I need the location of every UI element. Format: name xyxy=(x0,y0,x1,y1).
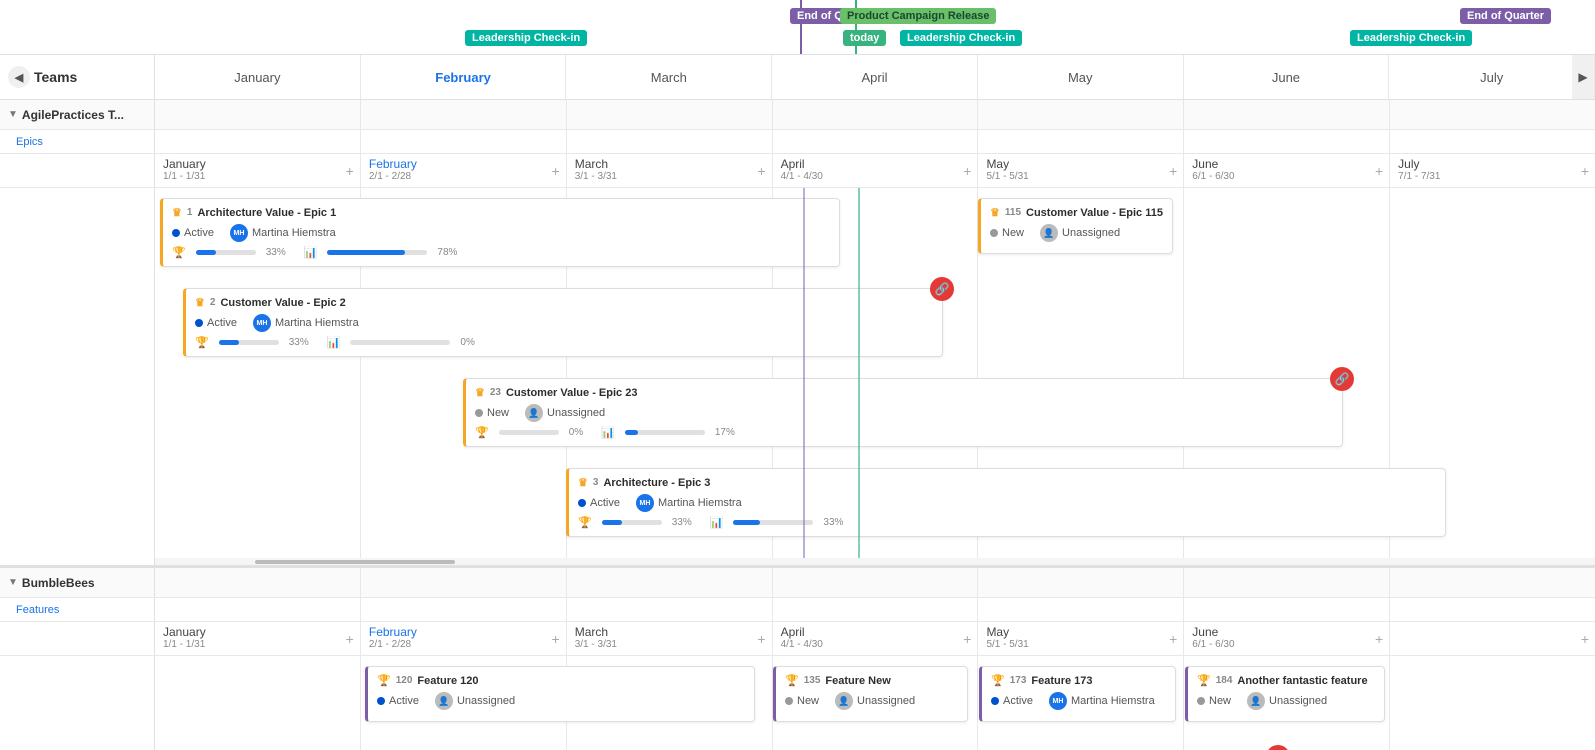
add-extra-bb[interactable]: + xyxy=(1581,631,1589,647)
period-jul-agile: July 7/1 - 7/31 + xyxy=(1390,154,1595,187)
chart-icon-1: 📊 xyxy=(304,246,318,259)
period-jan-bb: January 1/1 - 1/31 + xyxy=(155,622,361,655)
month-january: January xyxy=(155,55,361,99)
add-jun-bb[interactable]: + xyxy=(1375,631,1383,647)
period-apr-agile: April 4/1 - 4/30 + xyxy=(773,154,979,187)
add-apr-agile[interactable]: + xyxy=(963,163,971,179)
end-of-quarter-vline xyxy=(803,188,805,558)
add-may-agile[interactable]: + xyxy=(1169,163,1177,179)
nav-left-button[interactable]: ◀ xyxy=(8,66,30,88)
month-may: May xyxy=(978,55,1184,99)
feature-card-120[interactable]: 🏆 120 Feature 120 Active 👤 xyxy=(365,666,755,722)
month-july: July ▶ xyxy=(1389,55,1595,99)
team-block-bumblebees: ▼ BumbleBees Features xyxy=(0,566,1595,750)
app-container: End of Quarter Leadership Check-in Produ… xyxy=(0,0,1595,750)
crown-icon-2: ♛ xyxy=(195,296,205,309)
product-campaign-tag: Product Campaign Release xyxy=(840,8,996,22)
epics-label-row: Epics xyxy=(0,130,1595,154)
months-nav-row: ◀ Teams January February March April May… xyxy=(0,55,1595,100)
crown-icon-1: ♛ xyxy=(172,206,182,219)
body-area: ▼ AgilePractices T... Epic xyxy=(0,100,1595,750)
epic-card-3[interactable]: ♛ 3 Architecture - Epic 3 Active xyxy=(566,468,1446,537)
collapse-icon-agilepractices[interactable]: ▼ xyxy=(8,109,18,120)
add-mar-agile[interactable]: + xyxy=(757,163,765,179)
today-tag: today xyxy=(843,30,886,44)
end-of-quarter-tag-2: End of Quarter xyxy=(1460,8,1551,22)
month-april: April xyxy=(772,55,978,99)
teams-label: Teams xyxy=(34,69,77,85)
period-may-agile: May 5/1 - 5/31 + xyxy=(978,154,1184,187)
period-apr-bb: April 4/1 - 4/30 + xyxy=(773,622,979,655)
period-mar-agile: March 3/1 - 3/31 + xyxy=(567,154,773,187)
period-feb-bb: February 2/1 - 2/28 + xyxy=(361,622,567,655)
status-dot-active xyxy=(172,229,180,237)
feature-card-184[interactable]: 🏆 184 Another fantastic feature New xyxy=(1185,666,1385,722)
add-jul-agile[interactable]: + xyxy=(1581,163,1589,179)
milestones-banner: End of Quarter Leadership Check-in Produ… xyxy=(0,0,1595,55)
epic-card-115[interactable]: ♛ 115 Customer Value - Epic 115 New xyxy=(978,198,1173,254)
leadership-checkin-tag-2: Leadership Check-in xyxy=(900,30,1022,44)
add-jan-bb[interactable]: + xyxy=(346,631,354,647)
add-feb-bb[interactable]: + xyxy=(552,631,560,647)
avatar-unassigned-115: 👤 xyxy=(1040,224,1058,242)
features-grid: 🏆 120 Feature 120 Active 👤 xyxy=(155,656,1595,750)
month-june: June xyxy=(1184,55,1390,99)
epic-card-2[interactable]: 🔗 ♛ 2 Customer Value - Epic 2 Active xyxy=(183,288,943,357)
epics-timeline-agile: ♛ 1 Architecture Value - Epic 1 Active xyxy=(0,188,1595,558)
leadership-checkin-tag-3: Leadership Check-in xyxy=(1350,30,1472,44)
team-header-agilepractices: ▼ AgilePractices T... xyxy=(0,100,1595,130)
period-mar-bb: March 3/1 - 3/31 + xyxy=(567,622,773,655)
status-dot-new-115 xyxy=(990,229,998,237)
period-jun-agile: June 6/1 - 6/30 + xyxy=(1184,154,1390,187)
today-vline xyxy=(858,188,860,558)
collapse-icon-bumblebees[interactable]: ▼ xyxy=(8,577,18,588)
sidebar-header: ◀ Teams xyxy=(0,55,155,99)
period-jan-agile: January 1/1 - 1/31 + xyxy=(155,154,361,187)
features-label-row: Features xyxy=(0,598,1595,622)
period-dates-row-agile: January 1/1 - 1/31 + February 2/1 - 2/28… xyxy=(0,154,1595,188)
link-badge-23: 🔗 xyxy=(1330,367,1354,391)
nav-right-button[interactable]: ▶ xyxy=(1572,55,1594,99)
add-may-bb[interactable]: + xyxy=(1169,631,1177,647)
feature-card-135[interactable]: 🏆 135 Feature New New 👤 xyxy=(773,666,968,722)
team-block-agilepractices: ▼ AgilePractices T... Epic xyxy=(0,100,1595,566)
add-jun-agile[interactable]: + xyxy=(1375,163,1383,179)
avatar-mh-1: MH xyxy=(230,224,248,242)
avatar-mh-2: MH xyxy=(253,314,271,332)
team-header-bumblebees: ▼ BumbleBees xyxy=(0,568,1595,598)
epics-grid: ♛ 1 Architecture Value - Epic 1 Active xyxy=(155,188,1595,558)
epic-card-23[interactable]: 🔗 ♛ 23 Customer Value - Epic 23 New xyxy=(463,378,1343,447)
crown-icon-115: ♛ xyxy=(990,206,1000,219)
features-label[interactable]: Features xyxy=(0,598,155,621)
month-march: March xyxy=(566,55,772,99)
team-jan-cell xyxy=(155,100,361,129)
feature-card-173[interactable]: 🏆 173 Feature 173 Active MH xyxy=(979,666,1176,722)
epic-card-1[interactable]: ♛ 1 Architecture Value - Epic 1 Active xyxy=(160,198,840,267)
add-jan-agile[interactable]: + xyxy=(346,163,354,179)
period-extra-bb: + xyxy=(1390,622,1595,655)
trophy-icon-120: 🏆 xyxy=(377,674,391,687)
month-february: February xyxy=(361,55,567,99)
add-apr-bb[interactable]: + xyxy=(963,631,971,647)
add-mar-bb[interactable]: + xyxy=(757,631,765,647)
add-feb-agile[interactable]: + xyxy=(552,163,560,179)
period-feb-agile: February 2/1 - 2/28 + xyxy=(361,154,567,187)
period-jun-bb: June 6/1 - 6/30 + xyxy=(1184,622,1390,655)
leadership-checkin-tag-1: Leadership Check-in xyxy=(465,30,587,44)
epics-label[interactable]: Epics xyxy=(0,130,155,153)
scroll-indicator-agile xyxy=(0,558,1595,566)
team-name-agilepractices: ▼ AgilePractices T... xyxy=(0,100,155,129)
features-timeline-bb: 🏆 120 Feature 120 Active 👤 xyxy=(0,656,1595,750)
team-name-bumblebees: ▼ BumbleBees xyxy=(0,568,155,597)
link-badge-119: 🔗 xyxy=(1266,745,1290,750)
link-badge-2: 🔗 xyxy=(930,277,954,301)
period-may-bb: May 5/1 - 5/31 + xyxy=(978,622,1184,655)
trophy-icon-1: 🏆 xyxy=(172,246,186,259)
period-dates-row-bumblebees: January 1/1 - 1/31 + February 2/1 - 2/28… xyxy=(0,622,1595,656)
month-labels: January February March April May June Ju… xyxy=(155,55,1595,99)
